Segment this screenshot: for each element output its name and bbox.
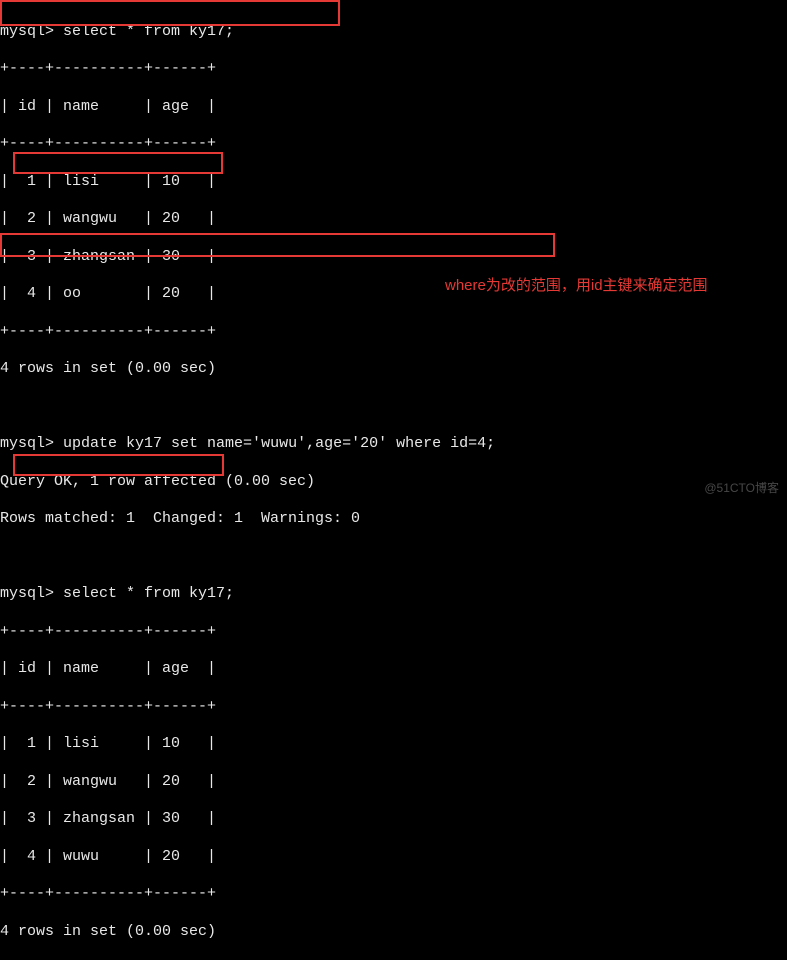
- table-row: | 1 | lisi | 10 |: [0, 173, 787, 192]
- terminal-output: mysql> select * from ky17; +----+-------…: [0, 0, 787, 960]
- update-summary: Rows matched: 1 Changed: 1 Warnings: 0: [0, 510, 787, 529]
- prompt-line-1[interactable]: mysql> select * from ky17;: [0, 23, 787, 42]
- table-border: +----+----------+------+: [0, 623, 787, 642]
- result-count: 4 rows in set (0.00 sec): [0, 923, 787, 942]
- result-count: 4 rows in set (0.00 sec): [0, 360, 787, 379]
- table-row: | 2 | wangwu | 20 |: [0, 773, 787, 792]
- table-row: | 3 | zhangsan | 30 |: [0, 248, 787, 267]
- prompt: mysql>: [0, 23, 54, 40]
- prompt: mysql>: [0, 435, 54, 452]
- prompt-line-2[interactable]: mysql> update ky17 set name='wuwu',age='…: [0, 435, 787, 454]
- prompt: mysql>: [0, 585, 54, 602]
- table-border: +----+----------+------+: [0, 885, 787, 904]
- sql-update: update ky17 set name='wuwu',age='20' whe…: [63, 435, 495, 452]
- prompt-line-3[interactable]: mysql> select * from ky17;: [0, 585, 787, 604]
- blank-line: [0, 398, 787, 417]
- table-border: +----+----------+------+: [0, 60, 787, 79]
- annotation-text: where为改的范围，用id主键来确定范围: [445, 277, 708, 296]
- table-header: | id | name | age |: [0, 98, 787, 117]
- table-row: | 1 | lisi | 10 |: [0, 735, 787, 754]
- sql-select-1: select * from ky17;: [63, 23, 234, 40]
- table-header: | id | name | age |: [0, 660, 787, 679]
- table-border: +----+----------+------+: [0, 135, 787, 154]
- sql-select-2: select * from ky17;: [63, 585, 234, 602]
- table-row: | 2 | wangwu | 20 |: [0, 210, 787, 229]
- watermark: @51CTO博客: [704, 481, 779, 496]
- table-border: +----+----------+------+: [0, 698, 787, 717]
- update-ok: Query OK, 1 row affected (0.00 sec): [0, 473, 787, 492]
- blank-line: [0, 548, 787, 567]
- table-border: +----+----------+------+: [0, 323, 787, 342]
- table-row: | 3 | zhangsan | 30 |: [0, 810, 787, 829]
- table-row: | 4 | wuwu | 20 |: [0, 848, 787, 867]
